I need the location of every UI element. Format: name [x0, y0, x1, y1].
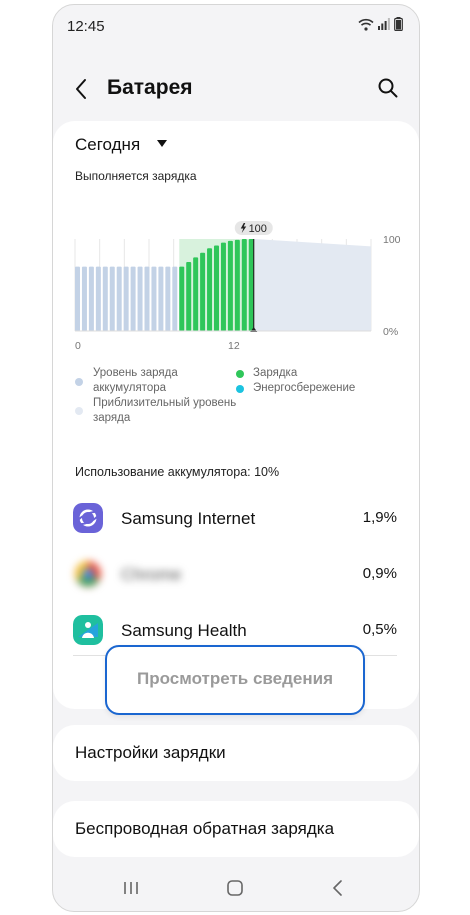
legend-approx: Приблизительный уровень заряда	[93, 396, 236, 426]
charging-bar	[179, 266, 185, 331]
charge-badge-value: 100	[249, 223, 267, 235]
period-dropdown[interactable]: Сегодня	[75, 135, 140, 155]
search-icon[interactable]	[377, 77, 399, 99]
charging-settings-label: Настройки зарядки	[75, 743, 226, 762]
charging-bar	[227, 240, 233, 331]
view-details-button[interactable]: Просмотреть сведения	[105, 645, 365, 715]
battery-level-bar	[75, 266, 80, 331]
signal-icon	[378, 18, 390, 30]
legend-dot-saving	[236, 385, 244, 393]
battery-chart: 100 100 0% 0 12	[74, 221, 401, 352]
x-axis-label: 0	[75, 340, 81, 352]
page-title: Батарея	[107, 76, 193, 99]
battery-level-bar	[109, 266, 115, 331]
battery-level-bar	[88, 266, 94, 331]
battery-icon	[394, 17, 403, 31]
battery-level-bar	[144, 266, 150, 331]
app-row-samsung-internet[interactable]: Samsung Internet 1,9%	[53, 499, 419, 539]
samsung-health-icon	[73, 615, 103, 645]
battery-level-bar	[95, 266, 101, 331]
legend-dot-level	[75, 378, 83, 386]
legend-saving: Энергосбережение	[253, 382, 356, 394]
wireless-powershare-item[interactable]: Беспроводная обратная зарядка	[53, 801, 419, 857]
app-name: Samsung Internet	[121, 509, 256, 528]
charging-bar	[193, 257, 199, 331]
battery-level-bar	[123, 266, 129, 331]
usage-title: Использование аккумулятора: 10%	[75, 465, 280, 479]
dropdown-caret-icon[interactable]	[157, 140, 167, 147]
charging-bar	[220, 242, 226, 331]
wireless-powershare-label: Беспроводная обратная зарядка	[75, 819, 335, 838]
app-name: Chrome	[121, 565, 182, 584]
charging-bar	[248, 239, 254, 331]
home-icon[interactable]	[226, 879, 244, 897]
charging-status: Выполняется зарядка	[75, 169, 197, 183]
recent-apps-icon[interactable]	[123, 880, 139, 896]
phone-frame: 12:45 Батарея Сегодня Выполняется зарядк…	[52, 4, 420, 912]
legend-approx-line2: заряда	[93, 412, 131, 424]
charging-bar	[200, 252, 206, 331]
app-name: Samsung Health	[121, 621, 247, 640]
charging-bar	[234, 239, 240, 331]
navigation-bar	[53, 865, 419, 911]
legend-dot-approx	[75, 407, 83, 415]
status-bar: 12:45	[53, 5, 419, 45]
charging-bar	[214, 245, 219, 331]
legend-dot-charging	[236, 370, 244, 378]
chrome-icon	[75, 561, 101, 587]
battery-level-bar	[165, 266, 171, 331]
battery-level-bar	[116, 266, 122, 331]
legend-approx-line1: Приблизительный уровень	[93, 397, 237, 409]
battery-card: Сегодня Выполняется зарядка 100 100 0% 0 12 …	[53, 121, 419, 709]
app-row-chrome[interactable]: Chrome 0,9%	[53, 555, 419, 595]
wifi-icon	[358, 18, 374, 31]
app-usage-value: 0,5%	[362, 621, 397, 638]
samsung-internet-icon	[73, 503, 103, 533]
legend-level-line1: Уровень заряда	[93, 367, 178, 379]
nav-back-icon[interactable]	[331, 879, 345, 897]
x-axis-label: 12	[228, 340, 240, 352]
battery-level-bar	[158, 266, 164, 331]
projected-level-area	[254, 239, 371, 331]
charging-bar	[186, 262, 192, 331]
y-axis-label-top: 100	[383, 234, 401, 246]
app-usage-value: 0,9%	[362, 565, 397, 582]
legend-charging: Зарядка	[253, 367, 298, 379]
app-usage-value: 1,9%	[362, 509, 397, 526]
battery-level-bar	[130, 266, 136, 331]
legend-level-line2: аккумулятора	[93, 382, 167, 394]
battery-level-bar	[151, 266, 157, 331]
legend-level: Уровень заряда аккумулятора	[93, 366, 178, 396]
charging-settings-item[interactable]: Настройки зарядки	[53, 725, 419, 781]
charging-bar	[207, 248, 213, 331]
view-details-label: Просмотреть сведения	[137, 669, 333, 688]
battery-level-bar	[81, 266, 87, 331]
app-bar: Батарея	[53, 67, 419, 113]
status-icons	[358, 17, 403, 31]
status-time: 12:45	[67, 18, 105, 35]
battery-level-bar	[137, 266, 143, 331]
y-axis-label-bottom: 0%	[383, 326, 398, 338]
battery-level-bar	[102, 266, 108, 331]
battery-level-bar	[172, 266, 178, 331]
charging-bar	[241, 239, 247, 331]
back-arrow-icon[interactable]	[73, 77, 91, 101]
